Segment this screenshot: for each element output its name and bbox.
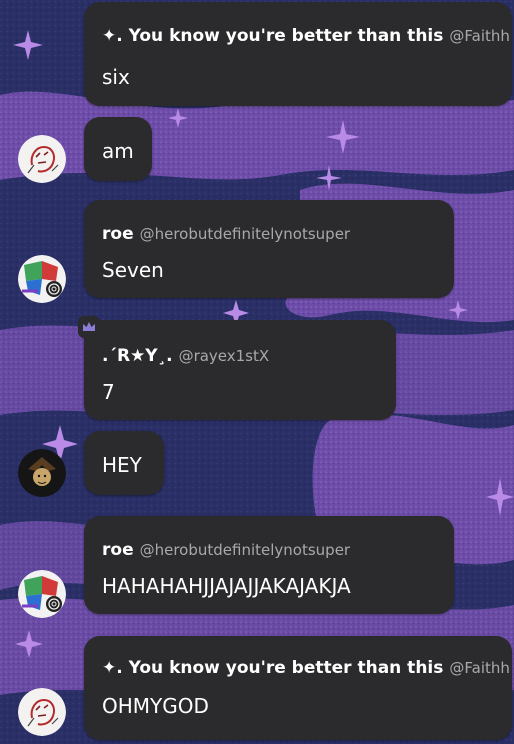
message-header: ✦. You know you're better than this @Fait… — [102, 658, 510, 678]
message-text: HEY — [102, 453, 142, 477]
message-text: OHMYGOD — [102, 694, 209, 718]
message-bubble[interactable]: ✦. You know you're better than this @Fait… — [84, 2, 512, 106]
sender-handle[interactable]: @Faithh — [449, 659, 510, 677]
sender-name[interactable]: ✦. You know you're better than this — [102, 26, 443, 46]
message-header: .´R★Y¸. @rayex1stX — [102, 346, 269, 366]
avatar[interactable] — [18, 688, 66, 736]
message-header: roe @herobutdefinitelynotsuper — [102, 540, 350, 560]
message-text: am — [102, 139, 134, 163]
sender-name[interactable]: roe — [102, 540, 134, 560]
message-text: Seven — [102, 258, 164, 282]
sender-name[interactable]: .´R★Y¸. — [102, 346, 173, 366]
sender-name[interactable]: ✦. You know you're better than this — [102, 658, 443, 678]
avatar[interactable] — [18, 135, 66, 183]
sender-handle[interactable]: @herobutdefinitelynotsuper — [140, 225, 351, 243]
message-header: ✦. You know you're better than this @Fait… — [102, 26, 510, 46]
crown-icon — [78, 316, 100, 338]
sender-handle[interactable]: @herobutdefinitelynotsuper — [140, 541, 351, 559]
message-text: six — [102, 65, 130, 89]
message-bubble[interactable]: ✦. You know you're better than this @Fait… — [84, 636, 512, 740]
message-text: HAHAHAHJJAJAJJAKAJAKJA — [102, 574, 351, 598]
sender-name[interactable]: roe — [102, 224, 134, 244]
avatar[interactable] — [18, 255, 66, 303]
avatar[interactable] — [18, 449, 66, 497]
message-bubble[interactable]: .´R★Y¸. @rayex1stX 7 — [84, 320, 396, 420]
sender-handle[interactable]: @rayex1stX — [179, 347, 270, 365]
message-bubble[interactable]: roe @herobutdefinitelynotsuper Seven — [84, 200, 454, 298]
message-text: 7 — [102, 380, 115, 404]
message-bubble[interactable]: HEY — [84, 431, 164, 495]
message-bubble[interactable]: roe @herobutdefinitelynotsuper HAHAHAHJJA… — [84, 516, 454, 614]
message-bubble[interactable]: am — [84, 117, 152, 181]
avatar[interactable] — [18, 570, 66, 618]
message-header: roe @herobutdefinitelynotsuper — [102, 224, 350, 244]
sender-handle[interactable]: @Faithh — [449, 27, 510, 45]
